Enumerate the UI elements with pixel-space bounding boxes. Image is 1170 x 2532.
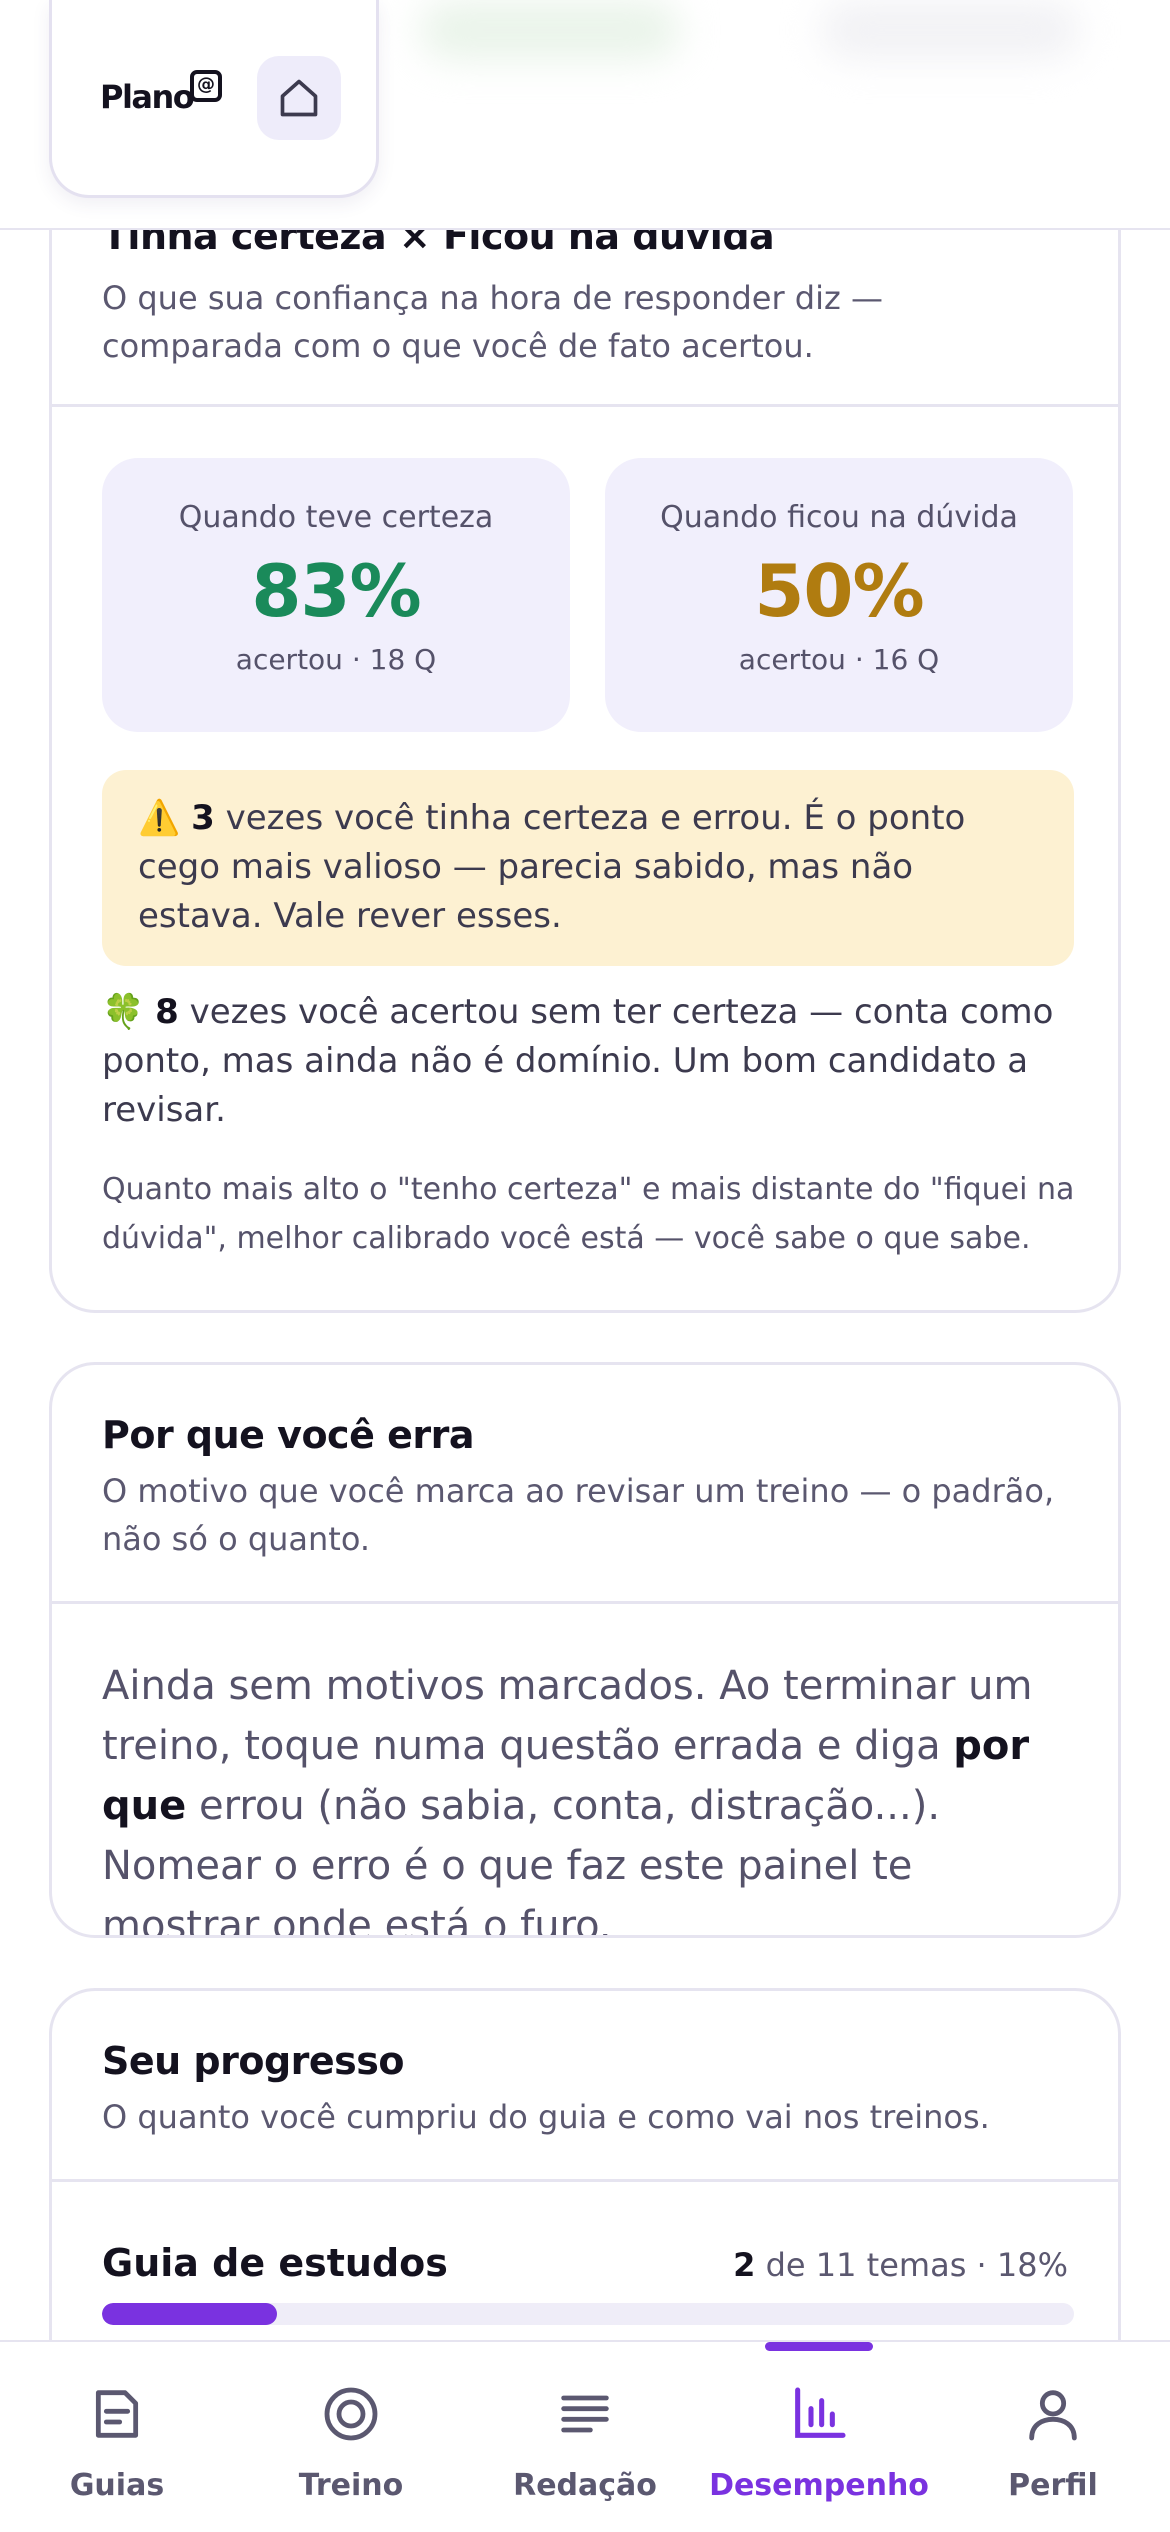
bottom-nav: Guias Treino Redação Desempenho Perfil: [0, 2340, 1170, 2532]
certain-meta: acertou · 18 Q: [235, 643, 437, 676]
nav-label: Redação: [513, 2468, 657, 2503]
blurred-background: [820, 0, 1080, 60]
page: Plano @ Tinha certeza × Ficou na dúvida …: [0, 0, 1170, 2532]
guide-progress-fill: [102, 2303, 277, 2325]
doubt-label: Quando ficou na dúvida: [660, 500, 1018, 535]
clover-count: 8: [155, 992, 179, 1032]
target-icon: [324, 2387, 378, 2441]
errors-subtitle: O motivo que você marca ao revisar um tr…: [102, 1472, 1055, 1558]
bar-chart-icon: [795, 2387, 846, 2438]
doubt-meta: acertou · 16 Q: [738, 643, 940, 676]
errors-header: Por que você erra O motivo que você marc…: [52, 1365, 1118, 1604]
nav-item-perfil[interactable]: Perfil: [936, 2342, 1170, 2532]
logo-card: Plano @: [49, 0, 379, 198]
nav-label: Perfil: [1008, 2468, 1098, 2503]
calibration-card: Tinha certeza × Ficou na dúvida O que su…: [49, 150, 1121, 1313]
doubt-value: 50%: [754, 549, 924, 633]
certain-value: 83%: [251, 549, 421, 633]
clover-text: vezes você acertou sem ter certeza — con…: [102, 992, 1054, 1130]
top-bar: Plano @: [0, 0, 1170, 230]
errors-body-before: Ainda sem motivos marcados. Ao terminar …: [102, 1663, 1033, 1769]
nav-label: Treino: [298, 2468, 404, 2503]
certain-stat-box: Quando teve certeza 83% acertou · 18 Q: [102, 458, 570, 732]
nav-item-redacao[interactable]: Redação: [468, 2342, 702, 2532]
document-icon: [95, 2390, 139, 2438]
guide-done-count: 2: [733, 2246, 756, 2284]
certain-label: Quando teve certeza: [178, 500, 494, 535]
text-lines-icon: [561, 2395, 609, 2433]
guide-progress-bar: [102, 2303, 1074, 2325]
guide-stats: 2 de 11 temas · 18%: [733, 2246, 1068, 2284]
home-icon: [280, 79, 318, 117]
guide-total-text: de 11 temas · 18%: [765, 2246, 1068, 2284]
calibration-note: Quanto mais alto o "tenho certeza" e mai…: [102, 1172, 1075, 1256]
blurred-background: [420, 0, 680, 60]
errors-title: Por que você erra: [102, 1413, 474, 1457]
errors-body-after: errou (não sabia, conta, distração...). …: [102, 1783, 941, 1938]
progress-subtitle: O quanto você cumpriu do guia e como vai…: [102, 2098, 990, 2136]
home-button[interactable]: [257, 56, 341, 140]
calibration-subtitle: O que sua confiança na hora de responder…: [102, 279, 883, 365]
nav-label: Guias: [69, 2468, 165, 2503]
guide-progress-row[interactable]: Guia de estudos 2 de 11 temas · 18%: [102, 2241, 1068, 2285]
blind-spot-warning: ⚠️ 3 vezes você tinha certeza e errou. É…: [102, 770, 1074, 966]
progress-header: Seu progresso O quanto você cumpriu do g…: [52, 1991, 1118, 2182]
nav-item-guias[interactable]: Guias: [0, 2342, 234, 2532]
brand-name: Plano: [100, 78, 195, 116]
brand-mark-icon: @: [190, 70, 222, 102]
nav-item-desempenho[interactable]: Desempenho: [702, 2342, 936, 2532]
warning-count: 3: [191, 798, 215, 838]
guide-label: Guia de estudos: [102, 2241, 448, 2285]
divider: [52, 404, 1118, 407]
doubt-stat-box: Quando ficou na dúvida 50% acertou · 16 …: [605, 458, 1073, 732]
errors-empty-state: Ainda sem motivos marcados. Ao terminar …: [52, 1604, 1118, 1938]
nav-label: Desempenho: [709, 2468, 929, 2503]
clover-icon: 🍀: [102, 992, 145, 1032]
nav-item-treino[interactable]: Treino: [234, 2342, 468, 2532]
errors-card: Por que você erra O motivo que você marc…: [49, 1362, 1121, 1938]
progress-title: Seu progresso: [102, 2039, 405, 2083]
warning-icon: ⚠️: [138, 798, 181, 838]
user-icon: [1029, 2390, 1077, 2441]
warning-text: vezes você tinha certeza e errou. É o po…: [138, 798, 966, 936]
lucky-guess-note: 🍀 8 vezes você acertou sem ter certeza —…: [102, 988, 1074, 1135]
